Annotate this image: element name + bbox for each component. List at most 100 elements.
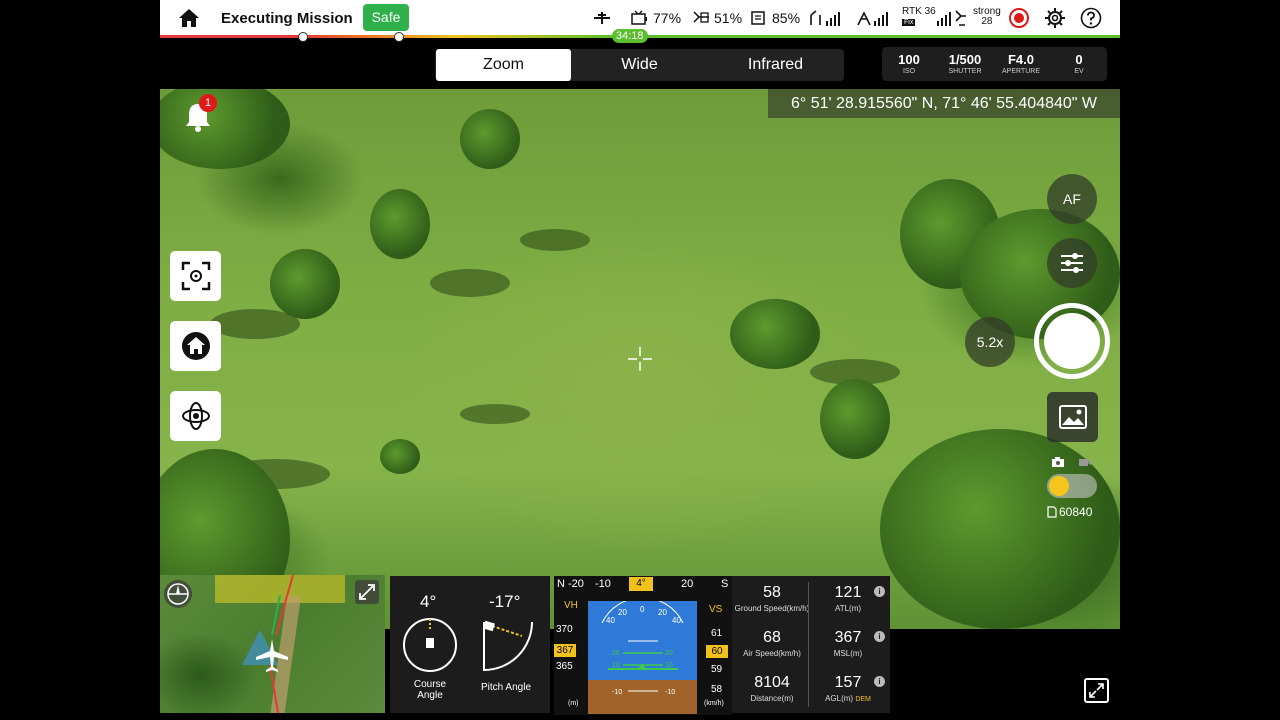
video-mode-icon (1079, 459, 1091, 466)
vs-label: VS (709, 604, 723, 615)
gimbal-control-button[interactable] (170, 391, 221, 441)
rc-battery: 77% (630, 9, 681, 27)
param-ev[interactable]: 0 EV (1054, 52, 1104, 75)
gimbal-icon (181, 402, 210, 430)
divider (808, 582, 809, 707)
tree (160, 89, 290, 169)
mission-progress-bar: 34:18 (160, 29, 1120, 43)
tree (730, 299, 820, 369)
focus-target-button[interactable] (170, 251, 221, 301)
speed-tape-value: 61 (711, 628, 723, 639)
svg-text:20: 20 (665, 650, 673, 657)
param-aperture-label: APERTURE (1002, 68, 1040, 75)
gallery-button[interactable] (1047, 392, 1098, 442)
speed-tape-value: 58 (711, 684, 723, 695)
dem-badge: DEM (855, 696, 871, 703)
shutter-inner (1044, 313, 1100, 369)
info-icon[interactable]: i (874, 676, 885, 687)
photo-video-toggle[interactable] (1047, 474, 1097, 498)
param-ev-label: EV (1074, 68, 1084, 75)
alarm-icon[interactable] (1008, 7, 1030, 29)
svg-text:-10: -10 (665, 689, 675, 696)
aircraft-position-icon (256, 639, 288, 672)
atl-label: ATL(m) (834, 604, 862, 613)
notification-count-badge: 1 (199, 94, 217, 112)
aircraft-status[interactable] (592, 9, 612, 27)
tab-zoom[interactable]: Zoom (436, 49, 571, 81)
course-angle-dial (403, 618, 457, 672)
speed-tape-value: 59 (711, 664, 723, 675)
zoom-level-button[interactable]: 5.2x (965, 317, 1015, 367)
aircraft-battery-value: 51% (714, 10, 743, 26)
sd-card-icon (1047, 506, 1057, 518)
speed-unit: (km/h) (704, 700, 724, 707)
camera-params[interactable]: 100 ISO 1/500 SHUTTER F4.0 APERTURE 0 EV (882, 47, 1107, 81)
heading-tick: -10 (595, 578, 611, 590)
altitude-tape-value: 365 (556, 661, 573, 672)
gear-icon[interactable] (1044, 7, 1066, 29)
param-aperture[interactable]: F4.0 APERTURE (996, 52, 1046, 75)
rtk-fix-badge: Fix (902, 19, 916, 26)
svg-text:20: 20 (618, 608, 627, 617)
param-shutter-value: 1/500 (948, 52, 982, 67)
svg-text:40: 40 (672, 616, 681, 625)
course-angle-value: 4° (420, 592, 437, 611)
home-circle-icon (181, 332, 210, 360)
map-expand-button[interactable] (355, 580, 379, 604)
mission-status-title: Executing Mission (221, 10, 353, 27)
drone-flight-app: 6° 51' 28.915560" N, 71° 46' 55.404840" … (0, 0, 1280, 720)
video-signal-icon[interactable] (856, 7, 890, 29)
distance-value: 8104 (754, 674, 790, 691)
param-ev-value: 0 (1075, 52, 1083, 67)
storage-remaining: 60840 (1047, 505, 1092, 519)
mini-map[interactable] (160, 575, 385, 713)
air-speed-label: Air Speed(km/h) (743, 649, 801, 658)
camera-settings-button[interactable] (1047, 238, 1097, 288)
speed-current-badge: 60 (706, 645, 728, 658)
shutter-button[interactable] (1034, 303, 1110, 379)
svg-text:10: 10 (612, 662, 620, 669)
progress-segment-green (610, 35, 1120, 38)
fullscreen-button[interactable] (1084, 678, 1109, 703)
autofocus-button[interactable]: AF (1047, 174, 1097, 224)
aircraft-icon (594, 12, 610, 24)
tree (460, 109, 520, 169)
distance: 8104 Distance(m) (734, 674, 810, 703)
pitch-angle-value: -17° (489, 592, 521, 611)
altitude-unit: (m) (568, 700, 579, 707)
heading-tick: 20 (681, 578, 694, 590)
focus-frame-icon (181, 261, 210, 291)
ground-speed: 58 Ground Speed(km/h) (734, 584, 810, 613)
tab-wide[interactable]: Wide (572, 49, 707, 81)
agl-label: AGL(m) (825, 694, 854, 703)
expand-icon (359, 584, 375, 600)
param-shutter-label: SHUTTER (948, 68, 982, 75)
help-icon[interactable] (1080, 7, 1102, 29)
param-aperture-value: F4.0 (1007, 52, 1034, 67)
info-icon[interactable]: i (874, 631, 885, 642)
tab-infrared[interactable]: Infrared (708, 49, 843, 81)
image-gallery-icon (1058, 405, 1087, 429)
heading-tick: S (721, 578, 729, 590)
heading-tick: N (557, 578, 565, 590)
param-shutter[interactable]: 1/500 SHUTTER (940, 52, 990, 75)
return-home-button[interactable] (170, 321, 221, 371)
agl-label-row: AGL(m) DEM (810, 694, 886, 703)
home-marker-icon (298, 32, 308, 42)
rc-signal-icon[interactable] (808, 7, 842, 29)
map-compass-button[interactable] (164, 580, 192, 608)
compass-icon (167, 583, 189, 605)
controller-battery-icon (631, 10, 647, 25)
notifications-button[interactable]: 1 (184, 94, 217, 132)
home-icon[interactable] (178, 8, 200, 28)
tree-shadow (430, 269, 510, 297)
param-iso[interactable]: 100 ISO (884, 52, 934, 75)
safety-status-badge[interactable]: Safe (363, 4, 409, 31)
rtk-status[interactable]: RTK 36 Fix (902, 7, 936, 28)
info-icon[interactable]: i (874, 586, 885, 597)
gps-signal[interactable]: strong 28 (973, 7, 1001, 27)
secondary-battery: 85% (749, 9, 800, 27)
aircraft-battery: 51% (691, 9, 742, 27)
toggle-knob (1049, 476, 1069, 496)
svg-text:40: 40 (606, 616, 615, 625)
